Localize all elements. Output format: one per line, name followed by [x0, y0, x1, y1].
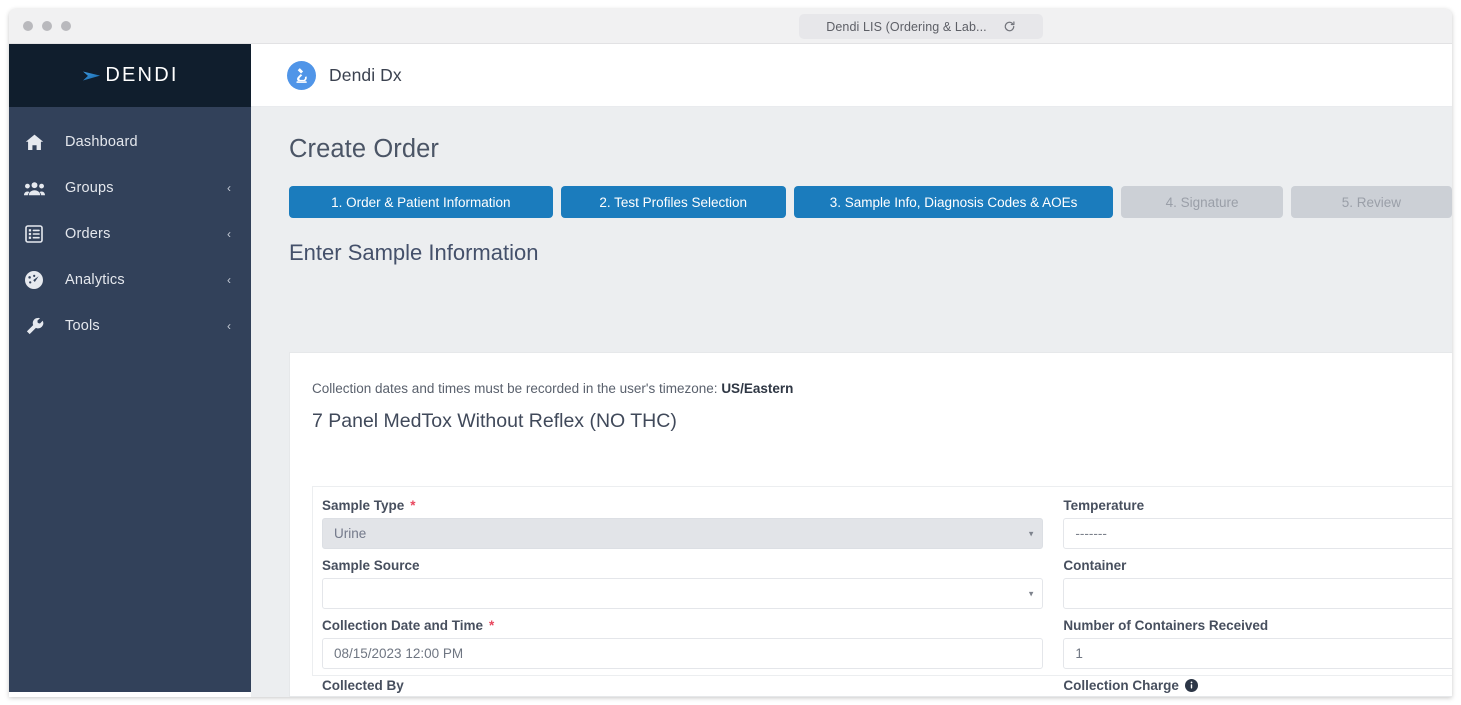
field-sample-source: Sample Source ▾: [322, 558, 1043, 609]
sidebar-item-orders[interactable]: Orders ‹: [9, 211, 251, 257]
sample-fields-container: Sample Type* Urine ▾ Sample S: [312, 486, 1452, 676]
sidebar-item-analytics[interactable]: Analytics ‹: [9, 257, 251, 303]
dendi-arrow-logo-icon: [81, 67, 103, 85]
field-sample-type: Sample Type * Urine ▾: [322, 498, 1043, 549]
container-label: Container: [1063, 558, 1452, 573]
field-collected-by: Collected By Collector, Erick × ▾: [322, 678, 1043, 697]
containers-received-input[interactable]: 1: [1063, 638, 1452, 669]
app-topbar: Dendi Dx: [251, 44, 1452, 107]
app-title: Dendi Dx: [329, 65, 402, 86]
sample-type-label: Sample Type *: [322, 498, 1043, 513]
label-text: Collection Charge: [1063, 678, 1179, 693]
temperature-label: Temperature: [1063, 498, 1452, 513]
wrench-icon: [23, 316, 45, 336]
label-text: Temperature: [1063, 498, 1144, 513]
sample-source-select[interactable]: ▾: [322, 578, 1043, 609]
collected-by-label: Collected By: [322, 678, 1043, 693]
sample-type-select[interactable]: Urine ▾: [322, 518, 1043, 549]
users-icon: [23, 178, 45, 198]
maximize-dot[interactable]: [61, 21, 71, 31]
tab-review: 5. Review: [1291, 186, 1452, 218]
temperature-input[interactable]: -------: [1063, 518, 1452, 549]
tab-sample-info-diagnosis-aoes[interactable]: 3. Sample Info, Diagnosis Codes & AOEs: [794, 186, 1114, 218]
close-dot[interactable]: [23, 21, 33, 31]
container-input[interactable]: [1063, 578, 1452, 609]
home-icon: [23, 132, 45, 152]
sidebar-item-label: Dashboard: [65, 134, 138, 150]
main-content: Dendi Dx Create Order 1. Order & Patient…: [251, 44, 1452, 697]
sidebar: DENDI Dashboard: [9, 44, 251, 692]
field-collection-charge: Collection Charge: [1063, 678, 1452, 697]
step-tabs: 1. Order & Patient Information 2. Test P…: [251, 164, 1452, 218]
containers-received-value: 1: [1075, 646, 1083, 661]
application: DENDI Dashboard: [9, 44, 1452, 697]
sidebar-item-groups[interactable]: Groups ‹: [9, 165, 251, 211]
sample-source-label: Sample Source: [322, 558, 1043, 573]
sidebar-nav: Dashboard Groups: [9, 107, 251, 349]
sidebar-item-tools[interactable]: Tools ‹: [9, 303, 251, 349]
sidebar-logo-text: DENDI: [105, 64, 178, 87]
sidebar-item-label: Orders: [65, 226, 111, 242]
test-panel-title: 7 Panel MedTox Without Reflex (NO THC): [290, 396, 1452, 433]
tab-test-profiles-selection[interactable]: 2. Test Profiles Selection: [561, 186, 786, 218]
sidebar-item-label: Analytics: [65, 272, 125, 288]
temperature-value: -------: [1075, 526, 1106, 541]
field-number-of-containers-received: Number of Containers Received 1: [1063, 618, 1452, 669]
browser-titlebar: Dendi LIS (Ordering & Lab...: [9, 9, 1452, 44]
collection-date-time-label: Collection Date and Time *: [322, 618, 1043, 633]
list-icon: [23, 224, 45, 244]
sample-information-card: Collection dates and times must be recor…: [289, 352, 1452, 697]
collection-date-time-input[interactable]: 08/15/2023 12:00 PM: [322, 638, 1043, 669]
minimize-dot[interactable]: [42, 21, 52, 31]
fields-left-column: Sample Type* Urine ▾ Sample S: [313, 487, 1054, 697]
sidebar-item-label: Groups: [65, 180, 114, 196]
label-text: Sample Source: [322, 558, 420, 573]
browser-tab-title: Dendi LIS (Ordering & Lab...: [826, 20, 987, 34]
sidebar-item-dashboard[interactable]: Dashboard: [9, 119, 251, 165]
sample-type-value: Urine: [334, 526, 366, 541]
fields-right-column: Temperature ------- Container: [1054, 487, 1452, 697]
required-marker: *: [489, 618, 494, 633]
chevron-left-icon: ‹: [227, 182, 231, 194]
chevron-left-icon: ‹: [227, 274, 231, 286]
page-title: Create Order: [251, 107, 1452, 164]
label-text: Number of Containers Received: [1063, 618, 1268, 633]
collection-date-time-value: 08/15/2023 12:00 PM: [334, 646, 463, 661]
timezone-value: US/Eastern: [721, 381, 793, 396]
sidebar-logo[interactable]: DENDI: [9, 44, 251, 107]
label-text: Container: [1063, 558, 1126, 573]
field-temperature: Temperature -------: [1063, 498, 1452, 549]
tab-signature: 4. Signature: [1121, 186, 1282, 218]
field-container: Container: [1063, 558, 1452, 609]
section-title: Enter Sample Information: [251, 218, 1452, 266]
gauge-icon: [23, 270, 45, 290]
microscope-icon: [287, 61, 316, 90]
chevron-left-icon: ‹: [227, 320, 231, 332]
chevron-down-icon: ▾: [1029, 529, 1034, 538]
tab-order-patient-information[interactable]: 1. Order & Patient Information: [289, 186, 553, 218]
collection-charge-label: Collection Charge: [1063, 678, 1452, 693]
chevron-left-icon: ‹: [227, 228, 231, 240]
label-text: Sample Type: [322, 498, 404, 513]
window-controls: [23, 21, 71, 31]
containers-received-label: Number of Containers Received: [1063, 618, 1452, 633]
info-icon[interactable]: [1185, 679, 1198, 692]
chevron-down-icon: ▾: [1029, 589, 1034, 598]
reload-icon[interactable]: [1003, 20, 1016, 33]
timezone-note: Collection dates and times must be recor…: [290, 353, 1452, 396]
label-text: Collected By: [322, 678, 404, 693]
required-marker: *: [410, 498, 415, 513]
field-collection-date-time: Collection Date and Time * 08/15/2023 12:…: [322, 618, 1043, 669]
page-body: Create Order 1. Order & Patient Informat…: [251, 107, 1452, 697]
timezone-note-text: Collection dates and times must be recor…: [312, 381, 718, 396]
browser-window: Dendi LIS (Ordering & Lab...: [9, 9, 1452, 697]
label-text: Collection Date and Time: [322, 618, 483, 633]
browser-tab[interactable]: Dendi LIS (Ordering & Lab...: [799, 14, 1043, 39]
sidebar-item-label: Tools: [65, 318, 100, 334]
